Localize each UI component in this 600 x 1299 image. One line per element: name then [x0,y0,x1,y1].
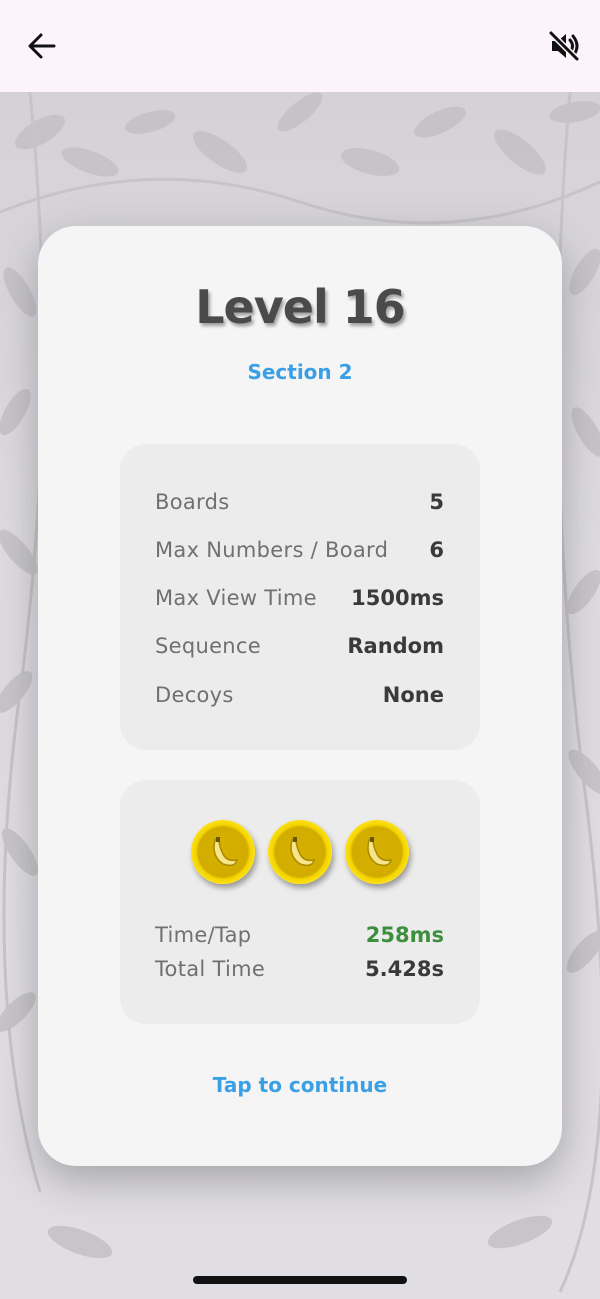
stat-label: Decoys [155,683,234,707]
result-value: 258ms [365,923,444,947]
stat-label: Sequence [155,634,261,658]
result-row-total-time: Total Time 5.428s [155,954,444,984]
top-app-bar [0,0,600,92]
section-subtitle: Section 2 [247,360,353,384]
volume-off-icon [548,30,580,62]
stat-value: None [382,683,444,707]
result-row-time-per-tap: Time/Tap 258ms [155,920,444,950]
results-panel: Time/Tap 258ms Total Time 5.428s [120,780,480,1024]
level-stats-panel: Boards 5 Max Numbers / Board 6 Max View … [120,444,480,750]
stat-value: 6 [429,538,444,562]
stat-label: Max Numbers / Board [155,538,389,562]
rating-coins [120,820,480,884]
banana-coin-icon [191,820,255,884]
result-label: Total Time [155,957,266,981]
stat-row-sequence: Sequence Random [155,631,444,661]
mute-toggle-button[interactable] [546,28,582,64]
result-value: 5.428s [365,957,444,981]
tap-to-continue-button[interactable]: Tap to continue [0,1073,600,1097]
stat-label: Max View Time [155,586,317,610]
stat-value: 1500ms [351,586,444,610]
banana-coin-icon [268,820,332,884]
stat-row-max-numbers: Max Numbers / Board 6 [155,535,444,565]
level-title: Level 16 [195,280,406,334]
stat-value: 5 [429,490,444,514]
stat-value: Random [347,634,444,658]
stat-row-max-view-time: Max View Time 1500ms [155,583,444,613]
stat-row-decoys: Decoys None [155,680,444,710]
arrow-left-icon [28,33,56,59]
result-label: Time/Tap [155,923,252,947]
banana-coin-icon [345,820,409,884]
back-button[interactable] [24,28,60,64]
home-indicator[interactable] [193,1276,407,1284]
stat-row-boards: Boards 5 [155,487,444,517]
stat-label: Boards [155,490,230,514]
